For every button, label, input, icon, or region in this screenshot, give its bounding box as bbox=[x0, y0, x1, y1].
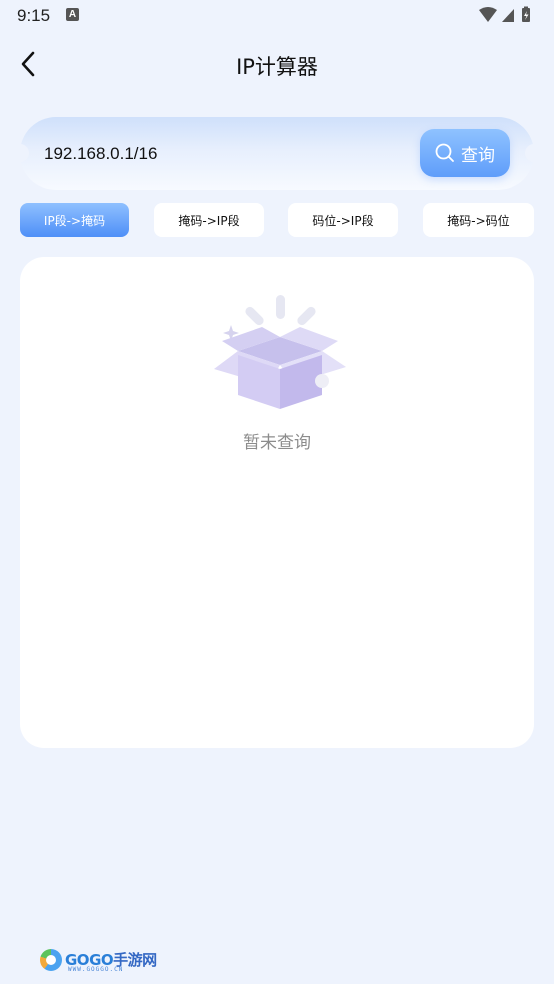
status-time: 9:15 bbox=[17, 6, 51, 25]
signal-icon bbox=[502, 9, 514, 22]
watermark-logo-icon bbox=[40, 949, 62, 971]
tab-label: 码位->IP段 bbox=[312, 213, 374, 228]
ip-input[interactable] bbox=[44, 139, 404, 169]
tab-mask-to-ip[interactable]: 掩码->IP段 bbox=[154, 203, 264, 237]
watermark-url: WWW.GOGGO.CN bbox=[68, 966, 124, 973]
search-bar-notch-right bbox=[525, 144, 543, 162]
tab-label: 掩码->IP段 bbox=[178, 213, 240, 228]
query-button[interactable]: 查询 bbox=[420, 129, 510, 177]
notification-icon: A bbox=[66, 8, 79, 21]
empty-state-text: 暂未查询 bbox=[243, 433, 311, 453]
status-bar: 9:15 A bbox=[0, 0, 554, 32]
status-icons bbox=[478, 6, 538, 24]
query-button-label: 查询 bbox=[461, 145, 495, 166]
watermark-logo: GOGO手游网 WWW.GOGGO.CN bbox=[38, 946, 157, 976]
search-icon bbox=[435, 143, 454, 162]
tab-bits-to-ip[interactable]: 码位->IP段 bbox=[288, 203, 398, 237]
battery-icon bbox=[522, 6, 530, 22]
search-bar: 查询 bbox=[11, 117, 543, 190]
search-bar-notch-left bbox=[11, 144, 29, 162]
tab-label: IP段->掩码 bbox=[43, 213, 106, 228]
tab-ip-to-mask[interactable]: IP段->掩码 bbox=[20, 203, 129, 237]
open-box-icon bbox=[214, 295, 346, 409]
mode-tabs: IP段->掩码 掩码->IP段 码位->IP段 掩码->码位 bbox=[20, 203, 534, 237]
wifi-icon bbox=[479, 7, 497, 22]
tab-label: 掩码->码位 bbox=[447, 213, 510, 228]
page-title: IP计算器 bbox=[236, 55, 318, 79]
result-card: 暂未查询 bbox=[20, 257, 534, 748]
tab-mask-to-bits[interactable]: 掩码->码位 bbox=[423, 203, 534, 237]
